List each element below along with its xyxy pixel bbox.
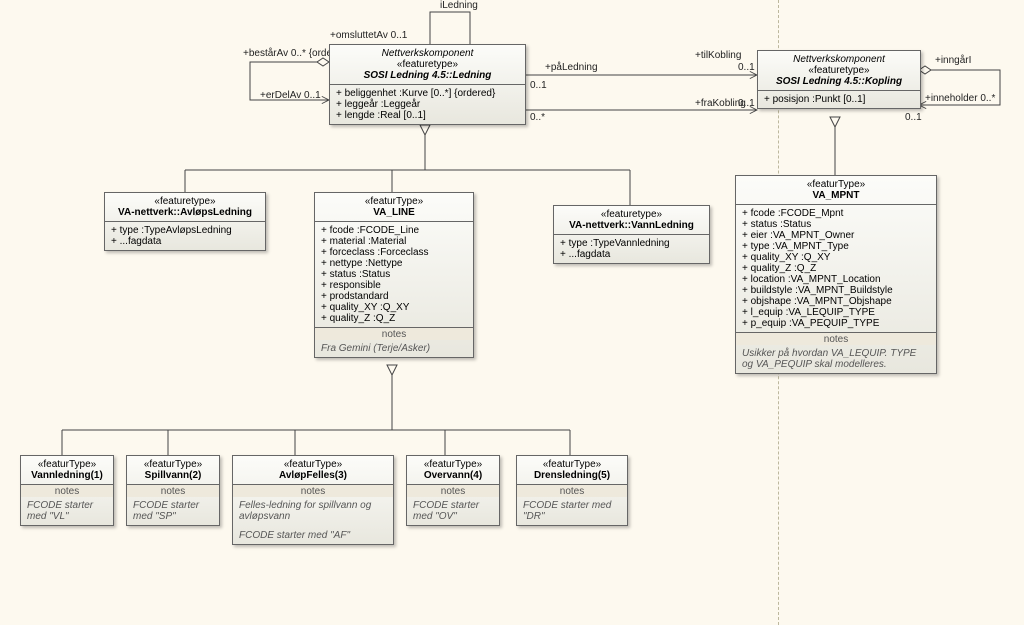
name: VA_MPNT xyxy=(742,190,930,201)
label-inngarI: +inngårI xyxy=(935,55,971,66)
stereo: «featuretype» xyxy=(560,209,703,220)
class-overvann: «featurType» Overvann(4) notes FCODE sta… xyxy=(406,455,500,526)
label-omsluttetAv: +omsluttetAv 0..1 xyxy=(330,30,407,41)
class-vannledning1: «featurType» Vannledning(1) notes FCODE … xyxy=(20,455,114,526)
notes-label: notes xyxy=(736,332,936,345)
mult-01a: 0..1 xyxy=(530,80,547,91)
attrs: + fcode :FCODE_Mpnt + status :Status + e… xyxy=(736,204,936,332)
class-avlopsledning: «featuretype» VA-nettverk::AvløpsLedning… xyxy=(104,192,266,251)
mult-0s: 0..* xyxy=(530,112,545,123)
mult-01b: 0..1 xyxy=(738,62,755,73)
notes: Usikker på hvordan VA_LEQUIP. TYPE og VA… xyxy=(736,345,936,373)
label-iLedning: iLedning xyxy=(440,0,478,11)
class-vannledning: «featuretype» VA-nettverk::VannLedning +… xyxy=(553,205,710,264)
notes: Fra Gemini (Terje/Asker) xyxy=(315,340,473,357)
class-vampnt: «featurType» VA_MPNT + fcode :FCODE_Mpnt… xyxy=(735,175,937,374)
attrs: + posisjon :Punkt [0..1] xyxy=(758,90,920,108)
class-valine: «featurType» VA_LINE + fcode :FCODE_Line… xyxy=(314,192,474,358)
name: VA-nettverk::VannLedning xyxy=(560,220,703,231)
attrs: + beliggenhet :Kurve [0..*] {ordered} + … xyxy=(330,84,525,124)
stereo: «featuretype» xyxy=(336,59,519,70)
stereo: «featurType» xyxy=(321,196,467,207)
stereo: «featurType» xyxy=(742,179,930,190)
mult-01d: 0..1 xyxy=(905,112,922,123)
name: VA_LINE xyxy=(321,207,467,218)
name: SOSI Ledning 4.5::Kopling xyxy=(764,76,914,87)
mult-01c: 0..1 xyxy=(738,98,755,109)
class-avlopfelles: «featurType» AvløpFelles(3) notes Felles… xyxy=(232,455,394,545)
attrs: + type :TypeVannledning + ...fagdata xyxy=(554,234,709,263)
super: Nettverkskomponent xyxy=(764,54,914,65)
label-inneholder: +inneholder 0..* xyxy=(925,93,995,104)
class-drensledning: «featurType» Drensledning(5) notes FCODE… xyxy=(516,455,628,526)
notes-label: notes xyxy=(315,327,473,340)
class-ledning: Nettverkskomponent «featuretype» SOSI Le… xyxy=(329,44,526,125)
class-kopling: Nettverkskomponent «featuretype» SOSI Le… xyxy=(757,50,921,109)
attrs: + type :TypeAvløpsLedning + ...fagdata xyxy=(105,221,265,250)
attrs: + fcode :FCODE_Line + material :Material… xyxy=(315,221,473,327)
label-tilKobling: +tilKobling xyxy=(695,50,741,61)
label-erDelAv: +erDelAv 0..1 xyxy=(260,90,321,101)
class-spillvann: «featurType» Spillvann(2) notes FCODE st… xyxy=(126,455,220,526)
label-paLedning: +påLedning xyxy=(545,62,598,73)
stereo: «featuretype» xyxy=(111,196,259,207)
super: Nettverkskomponent xyxy=(336,48,519,59)
stereo: «featuretype» xyxy=(764,65,914,76)
name: SOSI Ledning 4.5::Ledning xyxy=(336,70,519,81)
name: VA-nettverk::AvløpsLedning xyxy=(111,207,259,218)
